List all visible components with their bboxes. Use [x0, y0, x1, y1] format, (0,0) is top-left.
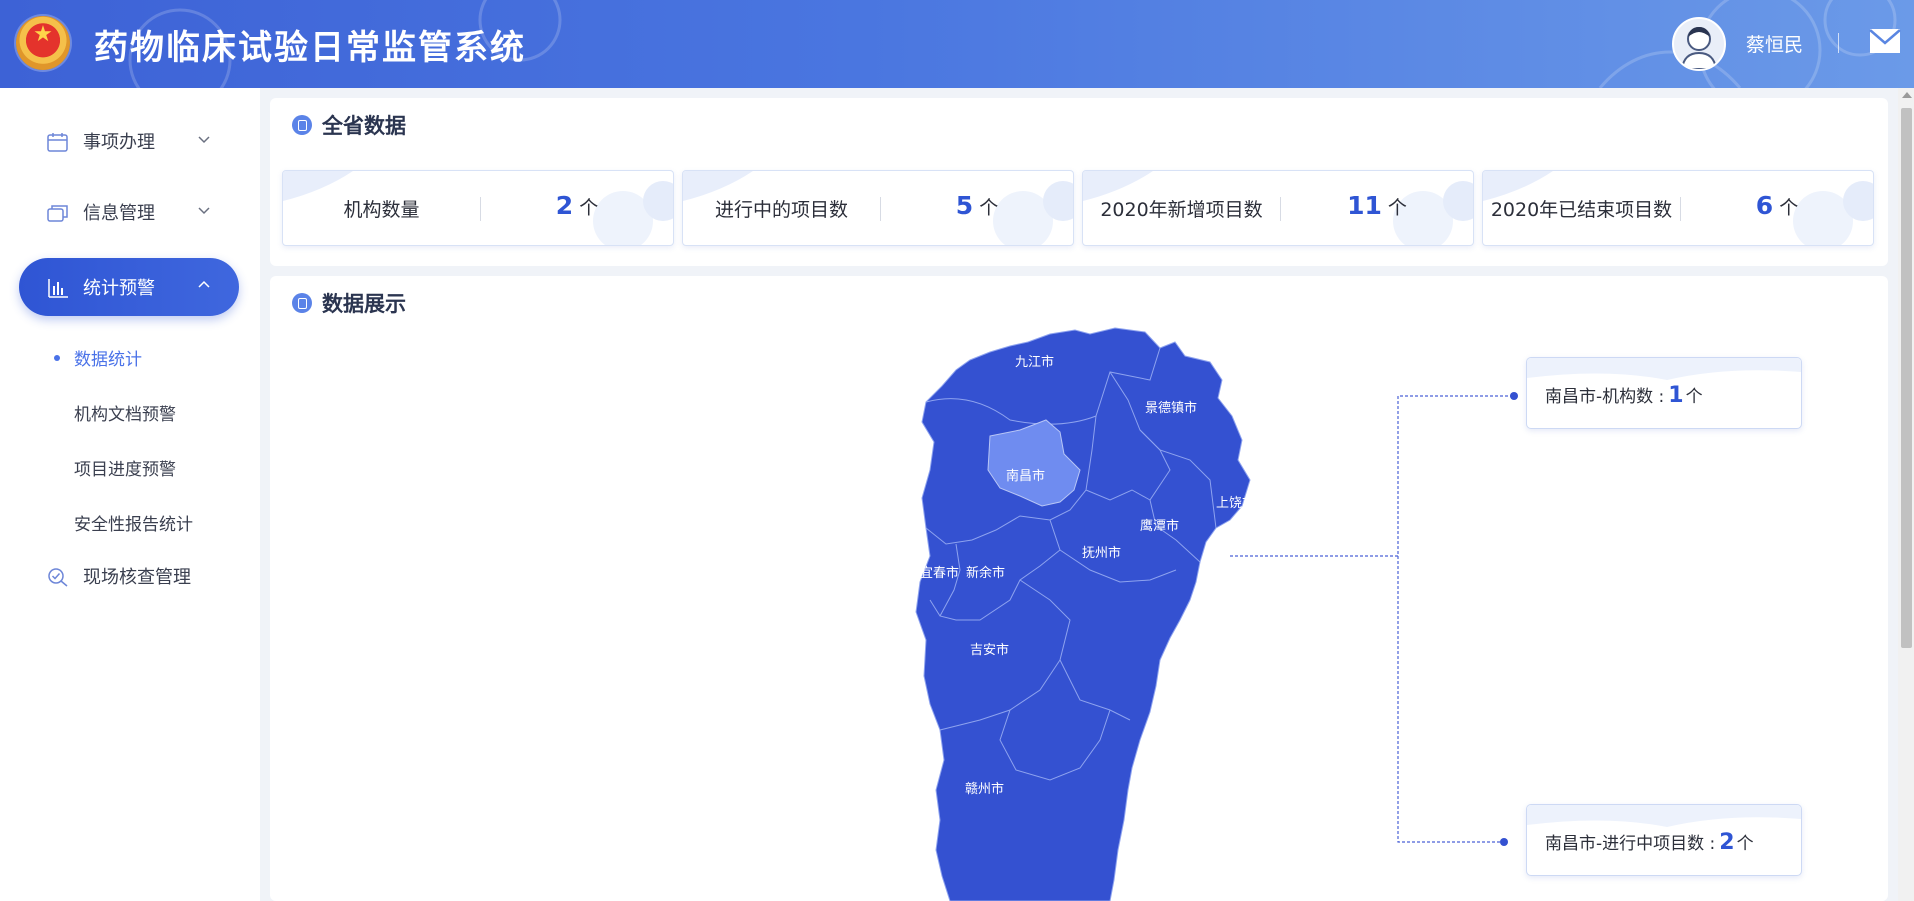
stat-card-new-projects: 2020年新增项目数 11 个	[1082, 170, 1474, 246]
sidebar-subitem-data-stats[interactable]: 数据统计	[74, 345, 142, 370]
sidebar-item-statistics[interactable]: 统计预警	[19, 258, 239, 316]
sidebar-subitem-doc-warning[interactable]: 机构文档预警	[74, 400, 176, 425]
active-dot	[54, 355, 60, 361]
map-label-jian: 吉安市	[970, 642, 1009, 658]
sidebar-item-label: 信息管理	[83, 203, 155, 224]
stat-value: 6个	[1755, 191, 1799, 220]
chevron-down-icon	[198, 136, 210, 144]
sidebar: 事项办理 信息管理 统计预警 数据统计 机构文档预警 项目进度预警 安全性报告统…	[0, 88, 260, 901]
map-province-outline	[915, 327, 1251, 901]
panel-title: 全省数据	[292, 110, 406, 140]
stat-label: 进行中的项目数	[714, 199, 848, 221]
info-box-ongoing-projects: 南昌市-进行中项目数 :2个	[1526, 804, 1802, 876]
info-box-text: 南昌市-进行中项目数 :2个	[1545, 830, 1754, 855]
map-label-jiujiang: 九江市	[1015, 354, 1054, 370]
header-divider	[1838, 33, 1839, 53]
stat-value: 11 个	[1347, 191, 1407, 220]
panel-title: 数据展示	[292, 288, 406, 318]
sidebar-subitem-safety-report[interactable]: 安全性报告统计	[74, 510, 193, 535]
sidebar-item-info[interactable]: 信息管理	[19, 183, 239, 241]
map-label-fuzhou: 抚州市	[1082, 545, 1121, 561]
search-check-icon	[48, 568, 68, 587]
calendar-icon	[47, 133, 68, 152]
sidebar-item-label: 统计预警	[83, 278, 155, 299]
map-label-ganzhou: 赣州市	[965, 781, 1004, 797]
map-label-pingxiang: 萍乡市	[876, 582, 915, 598]
chevron-down-icon	[198, 207, 210, 215]
map-label-jingdezhen: 景德镇市	[1145, 400, 1197, 416]
stat-label: 2020年已结束项目数	[1490, 199, 1673, 221]
scroll-up-arrow[interactable]	[1902, 92, 1912, 98]
stat-card-ongoing-projects: 进行中的项目数 5个	[682, 170, 1074, 246]
sidebar-item-label: 现场核查管理	[83, 567, 191, 588]
map-label-xinyu: 新余市	[966, 565, 1005, 581]
scrollbar-thumb[interactable]	[1901, 108, 1912, 648]
map-label-yichun: 宜春市	[920, 565, 959, 581]
national-emblem-logo: ★	[16, 16, 70, 70]
stat-label: 2020年新增项目数	[1100, 199, 1263, 221]
map-label-yingtan: 鹰潭市	[1140, 518, 1179, 534]
cards-icon	[47, 205, 68, 222]
bar-chart-icon	[48, 279, 68, 298]
app-title: 药物临床试验日常监管系统	[94, 28, 526, 68]
panel-title-icon	[292, 115, 312, 135]
map-label-nanchang: 南昌市	[1006, 468, 1045, 484]
sidebar-item-label: 事项办理	[83, 132, 155, 153]
stat-card-institutions: 机构数量 2个	[282, 170, 674, 246]
mail-icon[interactable]	[1869, 28, 1901, 54]
user-name[interactable]: 蔡恒民	[1746, 30, 1803, 57]
connector-lines	[1230, 392, 1518, 846]
sidebar-subitem-progress-warning[interactable]: 项目进度预警	[74, 455, 176, 480]
sidebar-item-affairs[interactable]: 事项办理	[19, 112, 239, 170]
stat-value: 5个	[955, 191, 999, 220]
info-box-text: 南昌市-机构数 :1个	[1545, 383, 1703, 408]
chevron-up-icon	[198, 280, 210, 288]
stat-label: 机构数量	[343, 199, 420, 221]
stat-card-finished-projects: 2020年已结束项目数 6个	[1482, 170, 1874, 246]
province-data-panel: 全省数据 机构数量 2个 进行中的项目数 5个 2020年新增项目数 11 个 2…	[270, 98, 1888, 266]
sidebar-item-onsite-check[interactable]: 现场核查管理	[19, 547, 239, 605]
user-avatar[interactable]	[1672, 17, 1726, 71]
info-box-institutions: 南昌市-机构数 :1个	[1526, 357, 1802, 429]
panel-title-icon	[292, 293, 312, 313]
stat-value: 2个	[555, 191, 599, 220]
app-header: ★ 药物临床试验日常监管系统 蔡恒民	[0, 0, 1914, 88]
